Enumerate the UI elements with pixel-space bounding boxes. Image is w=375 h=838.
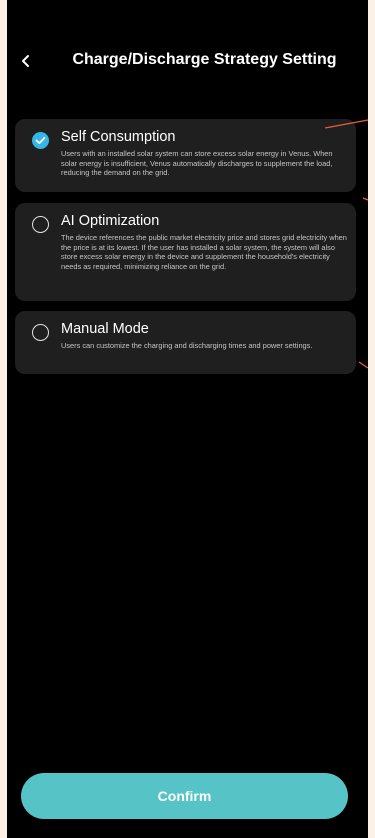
- annotation-lines: [324, 119, 368, 369]
- confirm-button[interactable]: Confirm: [21, 773, 348, 819]
- annotation-line: [362, 197, 368, 201]
- annotation-line: [324, 119, 368, 129]
- annotation-line: [358, 361, 368, 369]
- phone-screen: Charge/Discharge Strategy Setting Self C…: [7, 0, 368, 838]
